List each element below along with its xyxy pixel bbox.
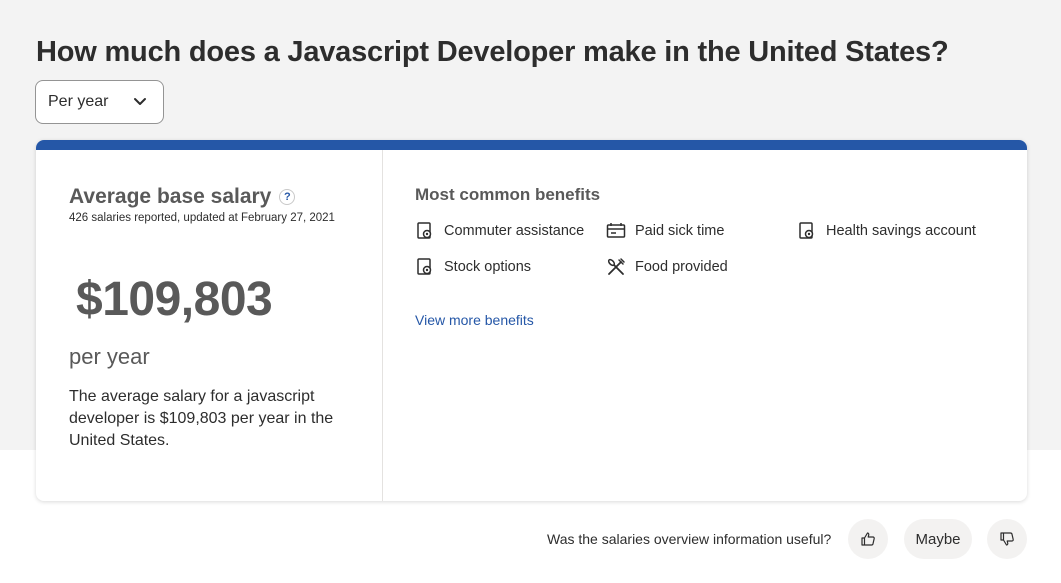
period-select-value: Per year — [48, 93, 109, 110]
benefit-document-icon — [417, 258, 432, 275]
benefit-label: Paid sick time — [635, 223, 725, 239]
period-select[interactable]: Per year — [35, 80, 164, 124]
feedback-question: Was the salaries overview information us… — [547, 531, 832, 547]
thumbs-up-icon — [861, 532, 875, 546]
average-salary-panel: Average base salary ? 426 salaries repor… — [36, 150, 383, 501]
thumbs-down-icon — [1000, 532, 1014, 546]
benefit-label: Commuter assistance — [444, 223, 585, 239]
salary-period: per year — [69, 344, 150, 369]
benefits-panel: Most common benefits Commuter assistance… — [384, 150, 1027, 501]
benefit-item-stock-options: Stock options — [415, 257, 531, 277]
utensils-icon — [607, 258, 625, 275]
help-icon[interactable]: ? — [279, 189, 296, 205]
thumbs-down-button[interactable] — [987, 519, 1027, 559]
salary-description: The average salary for a javascript deve… — [69, 388, 334, 449]
benefit-label: Food provided — [635, 259, 728, 275]
average-salary-title: Average base salary — [69, 185, 272, 208]
benefit-document-icon — [799, 222, 814, 239]
thumbs-up-button[interactable] — [848, 519, 888, 559]
page-title: How much does a Javascript Developer mak… — [36, 36, 949, 68]
benefit-item-commuter-assistance: Commuter assistance — [415, 221, 584, 241]
chevron-down-icon — [134, 98, 146, 105]
benefit-item-paid-sick-time: Paid sick time — [606, 221, 724, 241]
benefit-label: Stock options — [444, 259, 532, 275]
maybe-button[interactable]: Maybe — [904, 519, 972, 559]
salary-amount: $109,803 — [76, 273, 273, 326]
benefit-item-health-savings-account: Health savings account — [797, 221, 976, 241]
card-accent-bar — [36, 140, 1027, 150]
benefit-item-food-provided: Food provided — [606, 257, 728, 277]
benefit-document-icon — [417, 222, 432, 239]
calendar-icon — [606, 223, 626, 238]
salaries-reported-text: 426 salaries reported, updated at Februa… — [69, 212, 335, 224]
benefit-label: Health savings account — [826, 223, 976, 239]
salary-overview-card: Average base salary ? 426 salaries repor… — [36, 140, 1027, 501]
view-more-benefits-link[interactable]: View more benefits — [415, 312, 534, 328]
benefits-title: Most common benefits — [415, 185, 601, 204]
average-salary-heading: Average base salary ? — [69, 185, 296, 209]
